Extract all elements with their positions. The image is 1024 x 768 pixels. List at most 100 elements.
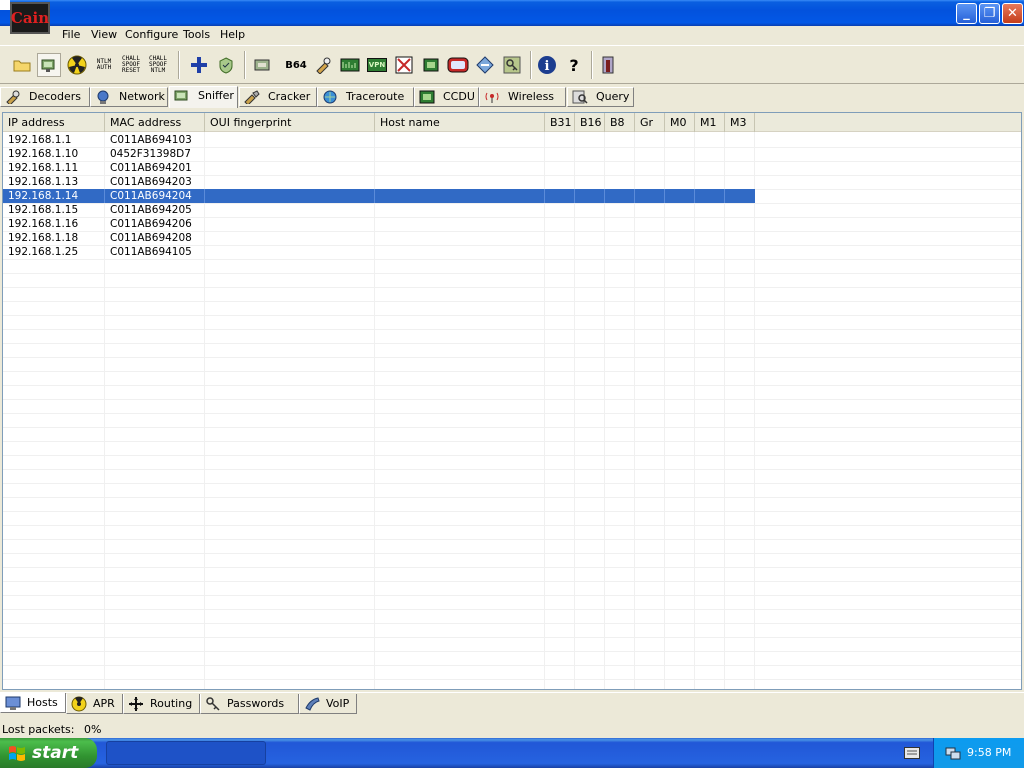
tab-passwords[interactable]: Passwords (200, 694, 299, 714)
menu-configure[interactable]: Configure (125, 28, 178, 41)
lost-packets-value: 0% (83, 723, 102, 736)
table-row[interactable]: 192.168.1.18 C011AB694208 (3, 231, 755, 245)
vpn-icon[interactable]: VPN (365, 53, 389, 77)
ip-address-cell: 192.168.1.11 (8, 162, 79, 174)
lsa-secrets-icon[interactable] (338, 53, 362, 77)
selection-separator (104, 189, 105, 203)
tab-apr[interactable]: APR (66, 694, 123, 714)
ntlm-auth-label: NTLM AUTH (96, 58, 112, 71)
ip-address-cell: 192.168.1.13 (8, 176, 79, 188)
table-row[interactable]: 192.168.1.10 0452F31398D7 (3, 147, 755, 161)
tab-ccdu[interactable]: CCDU (414, 87, 479, 107)
keyboard-icon[interactable] (904, 747, 920, 759)
grid-line (3, 385, 1021, 386)
base64-label: B64 (285, 59, 307, 71)
lost-packets-label: Lost packets: (2, 723, 75, 736)
open-folder-icon[interactable] (10, 53, 34, 77)
selection-separator (544, 189, 545, 203)
table-row[interactable]: 192.168.1.25 C011AB694105 (3, 245, 755, 259)
tab-sniffer-label: Sniffer (198, 89, 234, 102)
tab-cracker[interactable]: Cracker (239, 87, 317, 107)
rdp-icon[interactable] (392, 53, 416, 77)
traceroute-icon (323, 90, 337, 104)
menu-help[interactable]: Help (220, 28, 245, 41)
tab-routing[interactable]: Routing (123, 694, 200, 714)
tab-network[interactable]: Network (90, 87, 168, 107)
mac-address-cell: C011AB694105 (110, 246, 192, 258)
column-header[interactable]: B31 (545, 113, 575, 132)
grid-line (3, 581, 1021, 582)
system-menu-mark[interactable] (0, 0, 10, 10)
selection-separator (574, 189, 575, 203)
column-header[interactable]: OUI fingerprint (205, 113, 375, 132)
tab-traceroute[interactable]: Traceroute (317, 87, 414, 107)
chall-spoof-reset-icon[interactable]: CHALL SPOOF RESET (119, 53, 143, 77)
exit-icon[interactable] (597, 53, 621, 77)
maximize-button[interactable]: ❐ (979, 3, 1000, 24)
tab-sniffer[interactable]: Sniffer (169, 86, 238, 108)
table-row[interactable]: 192.168.1.11 C011AB694201 (3, 161, 755, 175)
tab-query[interactable]: Query (567, 87, 634, 107)
start-sniffer-icon[interactable] (37, 53, 61, 77)
table-row[interactable]: 192.168.1.14 C011AB694204 (3, 189, 755, 203)
hosts-icon (5, 696, 21, 710)
hosts-list-view[interactable]: IP address MAC address OUI fingerprint Host… (2, 112, 1022, 690)
column-header[interactable]: M0 (665, 113, 695, 132)
column-header[interactable]: Host name (375, 113, 545, 132)
tab-wireless[interactable]: Wireless (479, 87, 566, 107)
column-header[interactable]: M1 (695, 113, 725, 132)
menu-tools[interactable]: Tools (183, 28, 210, 41)
help-icon[interactable]: ? (562, 53, 586, 77)
add-icon[interactable] (187, 53, 211, 77)
taskbar-window-button[interactable] (106, 741, 266, 765)
column-header[interactable]: M3 (725, 113, 755, 132)
toolbar: NTLM AUTH CHALL SPOOF RESET CHALL SPOOF … (0, 45, 1024, 84)
network-status-icon[interactable] (945, 745, 961, 761)
table-row[interactable]: 192.168.1.13 C011AB694203 (3, 175, 755, 189)
ip-address-cell: 192.168.1.16 (8, 218, 79, 230)
column-header[interactable]: B16 (575, 113, 605, 132)
remove-icon[interactable] (214, 53, 238, 77)
column-header[interactable]: IP address (3, 113, 105, 132)
start-apr-icon[interactable] (65, 53, 89, 77)
network-card-icon[interactable] (250, 53, 274, 77)
wireless-card-icon[interactable] (419, 53, 443, 77)
tab-voip[interactable]: VoIP (299, 694, 357, 714)
cain-app-icon[interactable]: Cain (10, 2, 50, 34)
minimize-button[interactable]: _ (956, 3, 977, 24)
start-button[interactable]: start (0, 738, 97, 768)
column-header[interactable]: B8 (605, 113, 635, 132)
windows-mates-icon[interactable] (473, 53, 497, 77)
info-icon[interactable]: i (535, 53, 559, 77)
grid-line (3, 413, 1021, 414)
table-row[interactable]: 192.168.1.1 C011AB694103 (3, 133, 755, 147)
hash-calculator-icon[interactable] (311, 53, 335, 77)
menu-file[interactable]: File (62, 28, 80, 41)
table-row[interactable]: 192.168.1.15 C011AB694205 (3, 203, 755, 217)
query-icon (572, 90, 588, 104)
column-header[interactable]: Gr (635, 113, 665, 132)
mac-address-cell: 0452F31398D7 (110, 148, 191, 160)
chall-spoof-ntlm-label: CHALL SPOOF NTLM (148, 55, 168, 74)
mac-address-cell: C011AB694206 (110, 218, 192, 230)
tab-hosts[interactable]: Hosts (0, 693, 66, 713)
key-icon[interactable] (500, 53, 524, 77)
top-tab-bar: Decoders Network Sniffer Cracker Tracero… (0, 86, 1024, 108)
clock[interactable]: 9:58 PM (967, 738, 1011, 768)
ntlm-auth-icon[interactable]: NTLM AUTH (92, 53, 116, 77)
table-row[interactable]: 192.168.1.16 C011AB694206 (3, 217, 755, 231)
grid-line (3, 441, 1021, 442)
grid-line (3, 665, 1021, 666)
ip-address-cell: 192.168.1.1 (8, 134, 72, 146)
chall-spoof-ntlm-icon[interactable]: CHALL SPOOF NTLM (146, 53, 170, 77)
tab-decoders[interactable]: Decoders (0, 87, 90, 107)
base64-icon[interactable]: B64 (284, 53, 308, 77)
grid-line (3, 315, 1021, 316)
grid-line (3, 609, 1021, 610)
box-revealer-icon[interactable] (446, 53, 470, 77)
column-header[interactable]: MAC address (105, 113, 205, 132)
toolbar-separator (591, 51, 593, 79)
menu-view[interactable]: View (91, 28, 117, 41)
selection-separator (634, 189, 635, 203)
close-button[interactable]: ✕ (1002, 3, 1023, 24)
